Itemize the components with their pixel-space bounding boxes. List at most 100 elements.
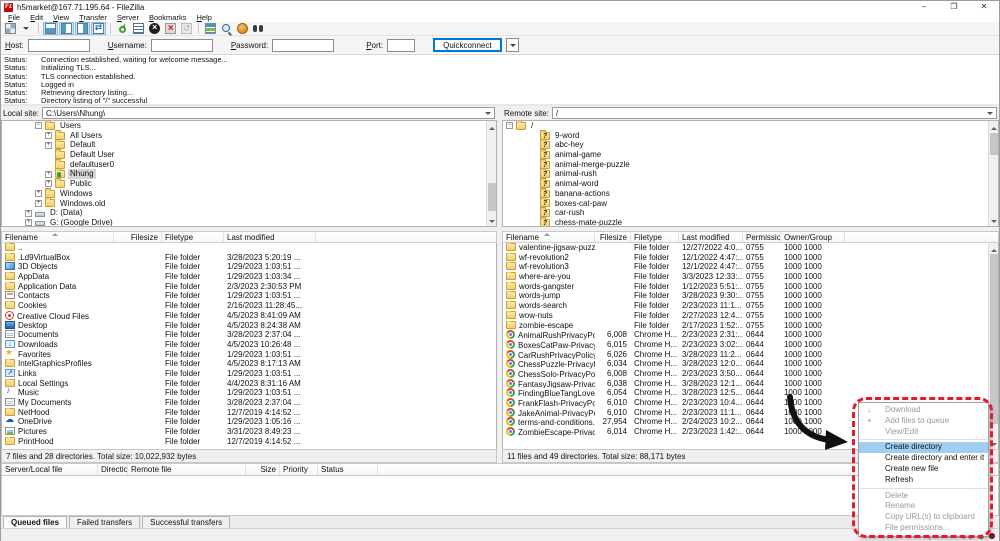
queue-column-remote-file[interactable]: Remote file: [128, 464, 246, 475]
tree-item-d-data[interactable]: +D: (Data): [2, 208, 496, 218]
column-header-filetype[interactable]: Filetype: [162, 232, 224, 242]
tree-item-all-users[interactable]: +All Users: [2, 131, 496, 141]
toggle-queue-button[interactable]: [91, 22, 106, 35]
menu-edit[interactable]: Edit: [25, 13, 48, 22]
maximize-button[interactable]: ❐: [939, 1, 969, 13]
process-queue-button[interactable]: [131, 22, 146, 35]
file-row[interactable]: FantasyJigsaw-Privacy...6,038Chrome H...…: [503, 379, 998, 389]
file-row[interactable]: wf-revolution2File folder12/1/2022 4:47:…: [503, 253, 998, 263]
tab-queued-files[interactable]: Queued files: [3, 516, 67, 528]
file-row[interactable]: PicturesFile folder3/31/2023 8:49:23 ...: [2, 427, 496, 437]
column-header-last-modified[interactable]: Last modified: [679, 232, 743, 242]
scrollbar-thumb[interactable]: [990, 133, 998, 155]
menu-item-delete[interactable]: Delete: [859, 491, 988, 502]
menu-file[interactable]: File: [3, 13, 25, 22]
file-row[interactable]: wf-revolution3File folder12/1/2022 4:47:…: [503, 262, 998, 272]
site-manager-caret-button[interactable]: [19, 22, 34, 35]
tree-item-animal-game[interactable]: animal-game: [503, 150, 998, 160]
remote-site-combo[interactable]: /: [552, 107, 997, 119]
expander-minus-icon[interactable]: −: [506, 122, 513, 129]
toggle-log-button[interactable]: [43, 22, 58, 35]
compare-button[interactable]: [219, 22, 234, 35]
file-row[interactable]: where-are-youFile folder3/3/2023 12:33:.…: [503, 272, 998, 282]
site-manager-button[interactable]: [3, 22, 18, 35]
menu-item-file-permissions[interactable]: File permissions...: [859, 523, 988, 534]
menu-bookmarks[interactable]: Bookmarks: [144, 13, 192, 22]
tree-item-abc-hey[interactable]: abc-hey: [503, 140, 998, 150]
menu-item-add-files-to-queue[interactable]: +Add files to queue: [859, 416, 988, 427]
file-row[interactable]: words-searchFile folder2/23/2023 11:1...…: [503, 301, 998, 311]
menu-item-create-directory[interactable]: Create directory: [859, 442, 988, 453]
queue-column-direction[interactable]: Direction: [98, 464, 128, 475]
column-header-filename[interactable]: Filename: [503, 232, 595, 242]
file-row[interactable]: FavoritesFile folder1/29/2023 1:03:51 ..…: [2, 350, 496, 360]
file-row[interactable]: LinksFile folder1/29/2023 1:03:51 ...: [2, 369, 496, 379]
password-input[interactable]: [272, 39, 334, 52]
expander-plus-icon[interactable]: +: [45, 171, 52, 178]
tree-item-9-word[interactable]: 9-word: [503, 131, 998, 141]
tab-failed-transfers[interactable]: Failed transfers: [69, 516, 140, 528]
menu-item-create-directory-and-enter-it[interactable]: Create directory and enter it: [859, 453, 988, 464]
scroll-up-arrow[interactable]: [487, 121, 497, 131]
tree-item-users[interactable]: −Users: [2, 121, 496, 131]
column-header-filesize[interactable]: Filesize: [595, 232, 631, 242]
vertical-scrollbar[interactable]: [988, 243, 998, 449]
tab-successful-transfers[interactable]: Successful transfers: [142, 516, 230, 528]
chevron-down-icon[interactable]: [483, 108, 494, 118]
reconnect-button[interactable]: [179, 22, 194, 35]
file-row[interactable]: valentine-jigsaw-puzzleFile folder12/27/…: [503, 243, 998, 253]
tree-item-public[interactable]: +Public: [2, 179, 496, 189]
tree-item-nhung[interactable]: +Nhung: [2, 169, 496, 179]
tree-item-windows[interactable]: +Windows: [2, 189, 496, 199]
expander-plus-icon[interactable]: +: [45, 142, 52, 149]
expander-plus-icon[interactable]: +: [35, 190, 42, 197]
file-row[interactable]: DesktopFile folder4/5/2023 8:24:38 AM: [2, 321, 496, 331]
disconnect-button[interactable]: [163, 22, 178, 35]
file-row[interactable]: ..: [2, 243, 496, 253]
close-button[interactable]: ✕: [969, 1, 999, 13]
quickconnect-dropdown[interactable]: [506, 38, 519, 52]
vertical-scrollbar[interactable]: [988, 121, 998, 226]
scrollbar-thumb[interactable]: [990, 254, 998, 424]
menu-server[interactable]: Server: [112, 13, 144, 22]
menu-item-rename[interactable]: Rename: [859, 501, 988, 512]
port-input[interactable]: [387, 39, 415, 52]
tree-item-animal-rush[interactable]: animal-rush: [503, 169, 998, 179]
tree-item-default[interactable]: +Default: [2, 140, 496, 150]
tree-item-car-rush[interactable]: car-rush: [503, 208, 998, 218]
expander-plus-icon[interactable]: +: [25, 210, 32, 217]
menu-help[interactable]: Help: [191, 13, 216, 22]
file-row[interactable]: zombie-escapeFile folder2/17/2023 1:52:.…: [503, 321, 998, 331]
column-header-permissions[interactable]: Permissions: [743, 232, 781, 242]
menu-item-create-new-file[interactable]: Create new file: [859, 464, 988, 475]
file-row[interactable]: Local SettingsFile folder4/4/2023 8:31:1…: [2, 379, 496, 389]
tree-item-chess-mate-puzzle[interactable]: chess-mate-puzzle: [503, 218, 998, 227]
filter-button[interactable]: [203, 22, 218, 35]
column-header-filetype[interactable]: Filetype: [631, 232, 679, 242]
toggle-remote-tree-button[interactable]: [75, 22, 90, 35]
menu-item-download[interactable]: ↓Download: [859, 405, 988, 416]
speed-limit-red-icon[interactable]: [989, 533, 995, 539]
column-header-last-modified[interactable]: Last modified: [224, 232, 316, 242]
file-row[interactable]: OneDriveFile folder1/29/2023 1:05:16 ...: [2, 417, 496, 427]
sync-browse-button[interactable]: [235, 22, 250, 35]
file-row[interactable]: MusicFile folder1/29/2023 1:03:51 ...: [2, 388, 496, 398]
file-row[interactable]: AnimalRushPrivacyPo...6,008Chrome H...2/…: [503, 330, 998, 340]
file-row[interactable]: AppDataFile folder1/29/2023 1:03:34 ...: [2, 272, 496, 282]
file-row[interactable]: words-jumpFile folder3/28/2023 9:30:...0…: [503, 291, 998, 301]
file-row[interactable]: .Ld9VirtualBoxFile folder3/28/2023 5:20:…: [2, 253, 496, 263]
tree-item-defaultuser0[interactable]: defaultuser0: [2, 160, 496, 170]
column-header-filename[interactable]: Filename: [2, 232, 114, 242]
file-row[interactable]: CarRushPrivacyPolicy...6,026Chrome H...3…: [503, 350, 998, 360]
menu-item-refresh[interactable]: Refresh: [859, 475, 988, 486]
column-header-owner-group[interactable]: Owner/Group: [781, 232, 845, 242]
chevron-down-icon[interactable]: [985, 108, 996, 118]
expander-minus-icon[interactable]: −: [35, 122, 42, 129]
tree-item-g-google-drive[interactable]: +G: (Google Drive): [2, 218, 496, 227]
file-row[interactable]: PrintHoodFile folder12/7/2019 4:14:52 ..…: [2, 437, 496, 447]
queue-column-server-local-file[interactable]: Server/Local file: [2, 464, 98, 475]
expander-plus-icon[interactable]: +: [35, 200, 42, 207]
file-row[interactable]: CookiesFile folder2/16/2023 11:28:45...: [2, 301, 496, 311]
column-header-filesize[interactable]: Filesize: [114, 232, 162, 242]
file-row[interactable]: DownloadsFile folder4/5/2023 10:26:48 ..…: [2, 340, 496, 350]
